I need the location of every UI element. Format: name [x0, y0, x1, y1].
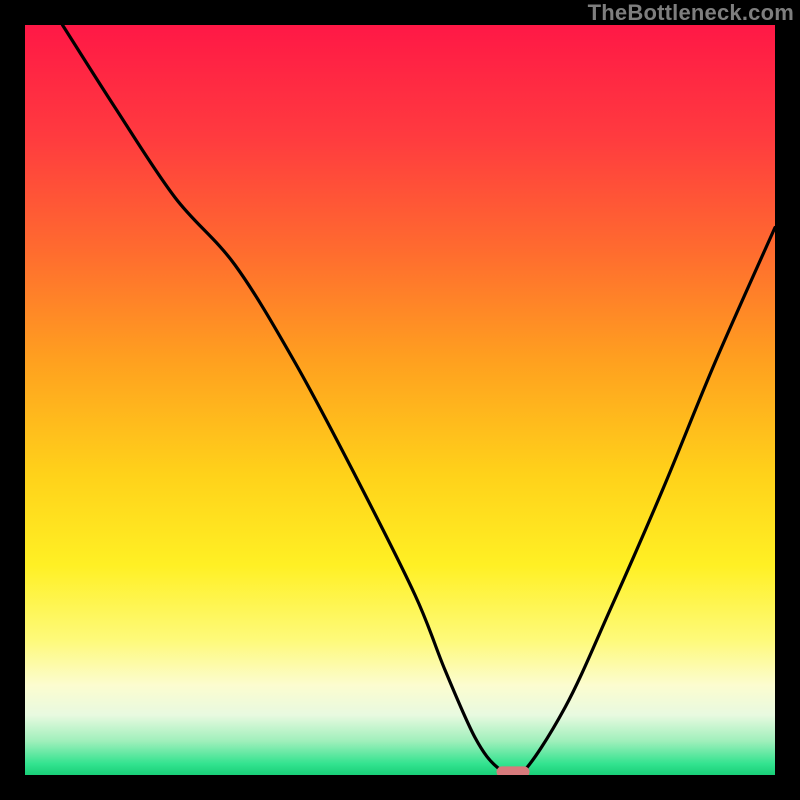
bottleneck-curve	[63, 25, 776, 775]
figure: TheBottleneck.com	[0, 0, 800, 800]
plot-area	[25, 25, 775, 775]
watermark-text: TheBottleneck.com	[588, 0, 794, 26]
background-gradient	[25, 25, 775, 775]
chart-svg	[25, 25, 775, 775]
min-marker	[496, 766, 529, 775]
